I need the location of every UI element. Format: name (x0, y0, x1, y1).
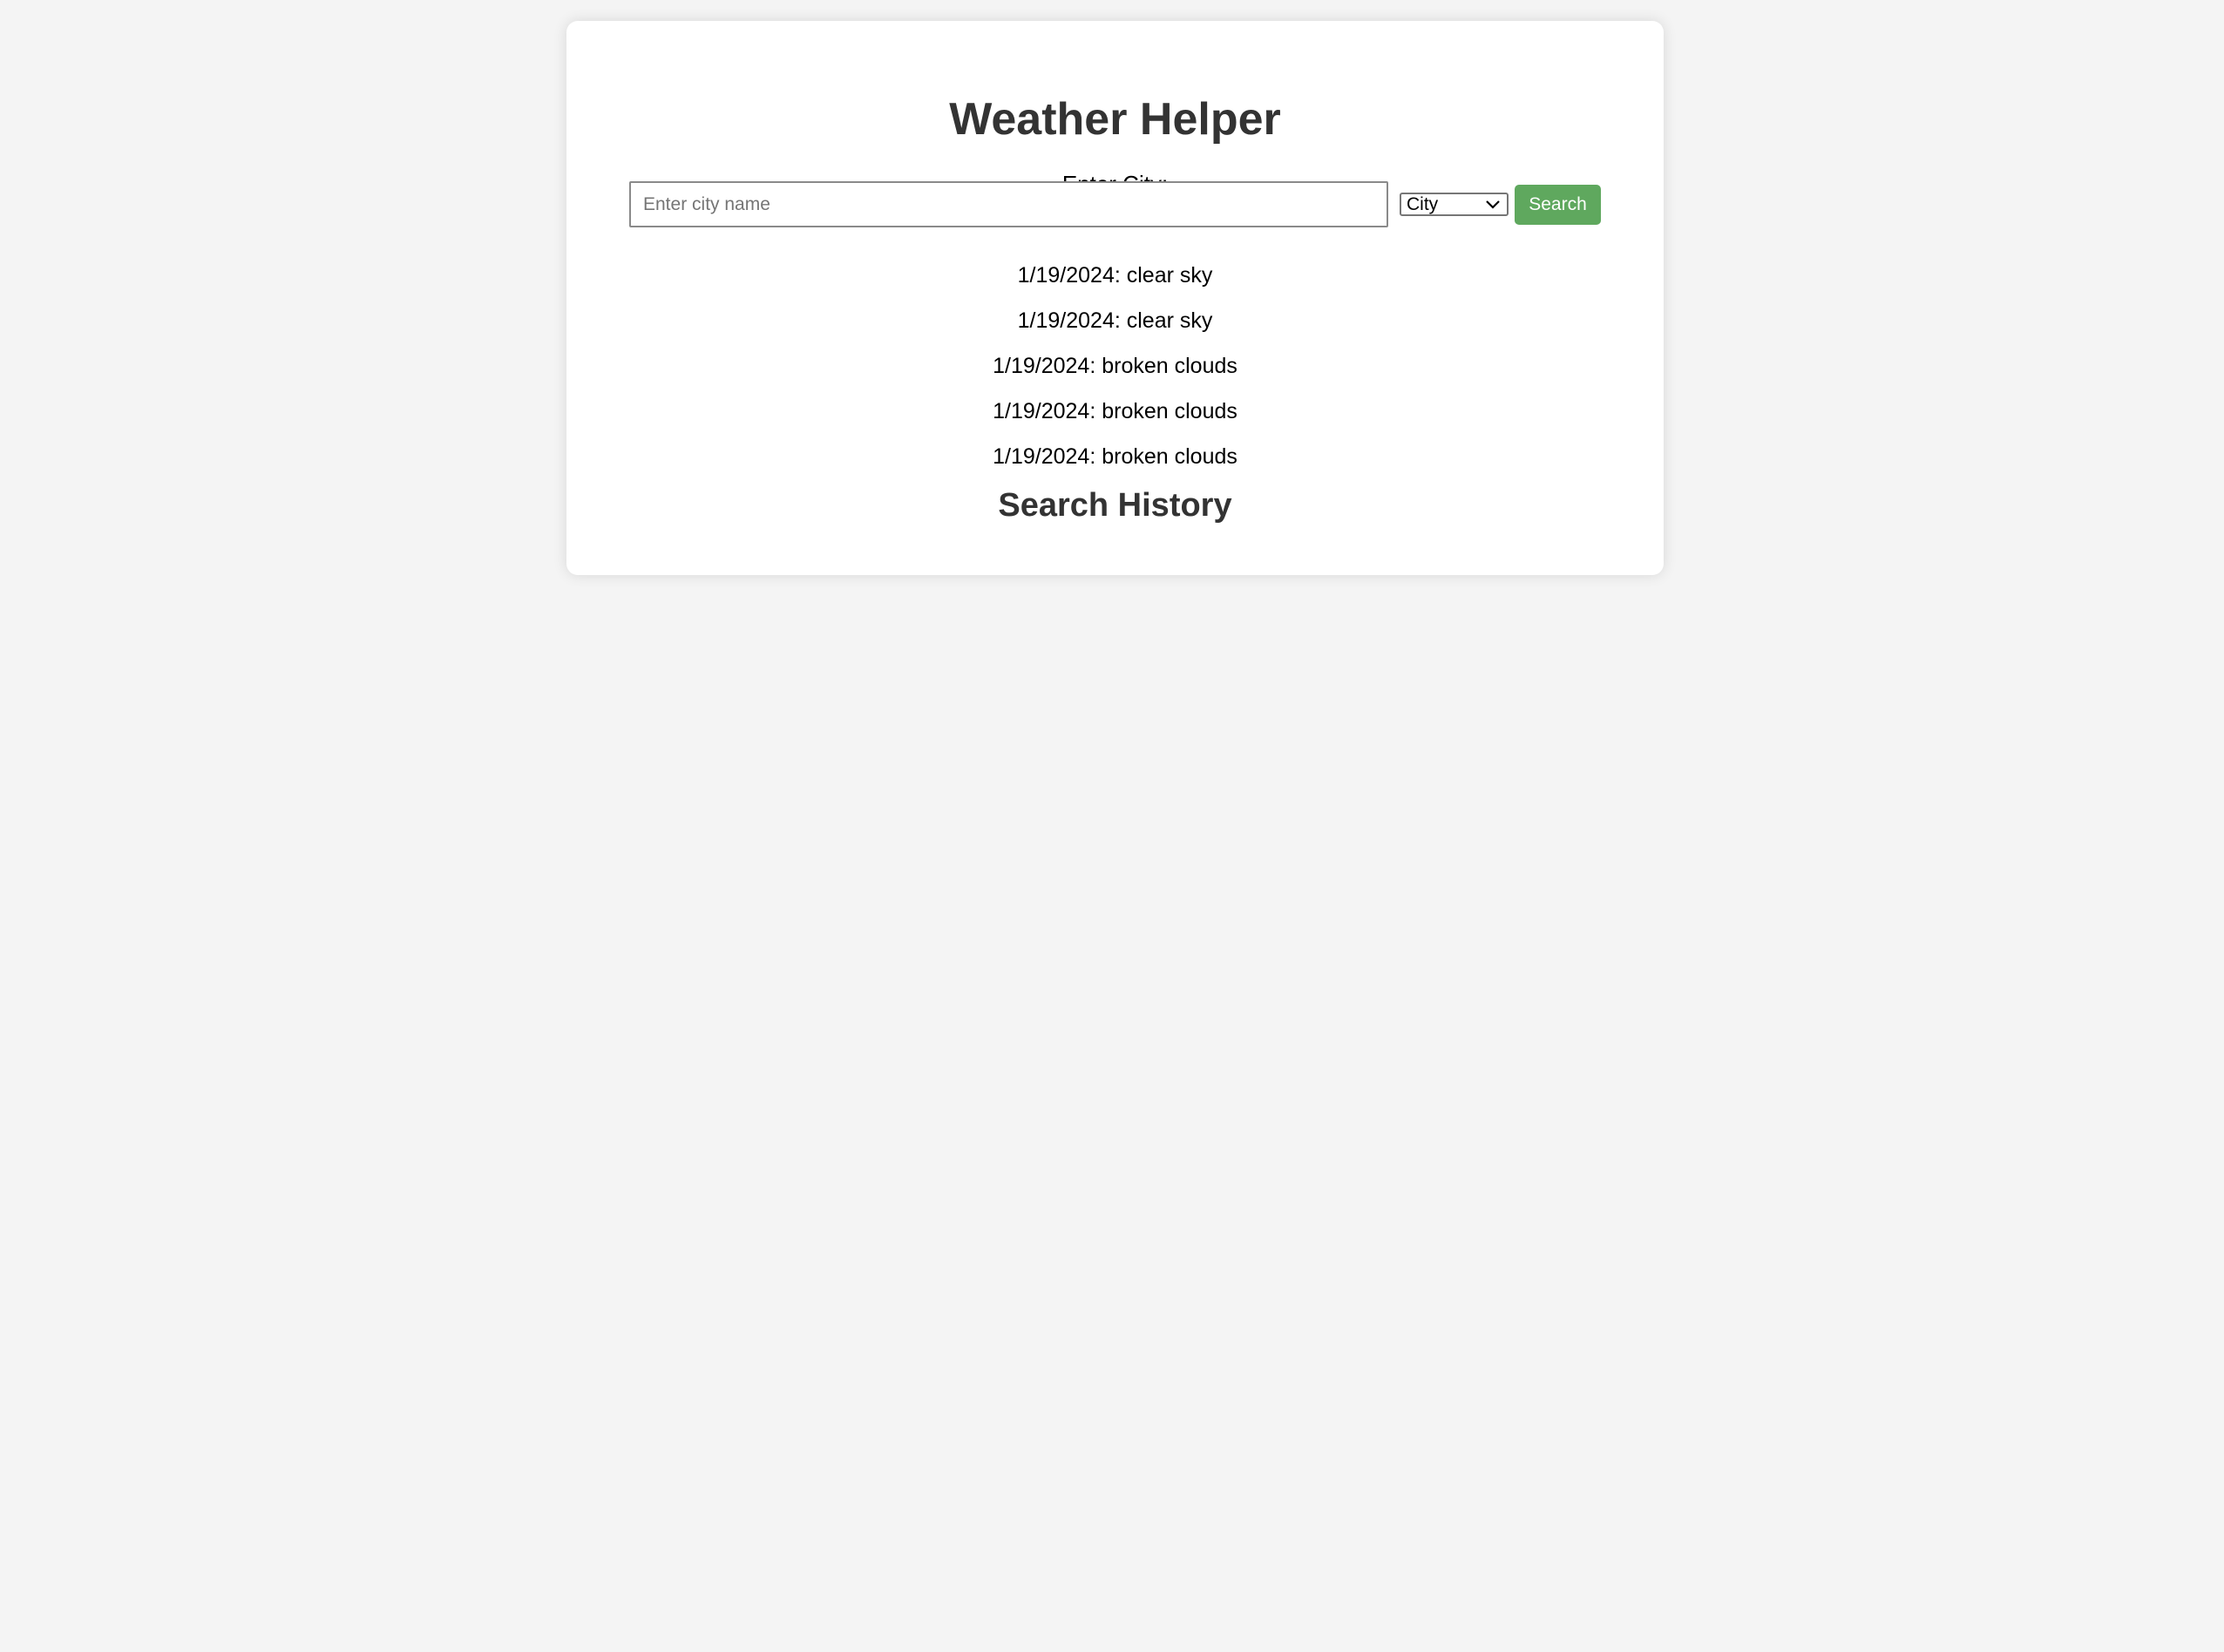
forecast-list: 1/19/2024: clear sky 1/19/2024: clear sk… (566, 253, 1664, 479)
chevron-down-icon (1486, 200, 1500, 209)
search-history-title: Search History (998, 487, 1232, 524)
search-button[interactable]: Search (1515, 185, 1601, 225)
forecast-item: 1/19/2024: broken clouds (993, 399, 1237, 423)
search-type-select[interactable]: City (1400, 193, 1509, 216)
forecast-item: 1/19/2024: broken clouds (993, 444, 1237, 469)
page-title: Weather Helper (949, 94, 1281, 145)
weather-card: Weather Helper Enter City: City Search 1… (566, 21, 1664, 575)
forecast-item: 1/19/2024: broken clouds (993, 354, 1237, 378)
city-search-input[interactable] (629, 181, 1388, 227)
forecast-item: 1/19/2024: clear sky (1017, 308, 1213, 333)
forecast-item: 1/19/2024: clear sky (1017, 263, 1213, 288)
search-type-selected: City (1407, 194, 1439, 214)
